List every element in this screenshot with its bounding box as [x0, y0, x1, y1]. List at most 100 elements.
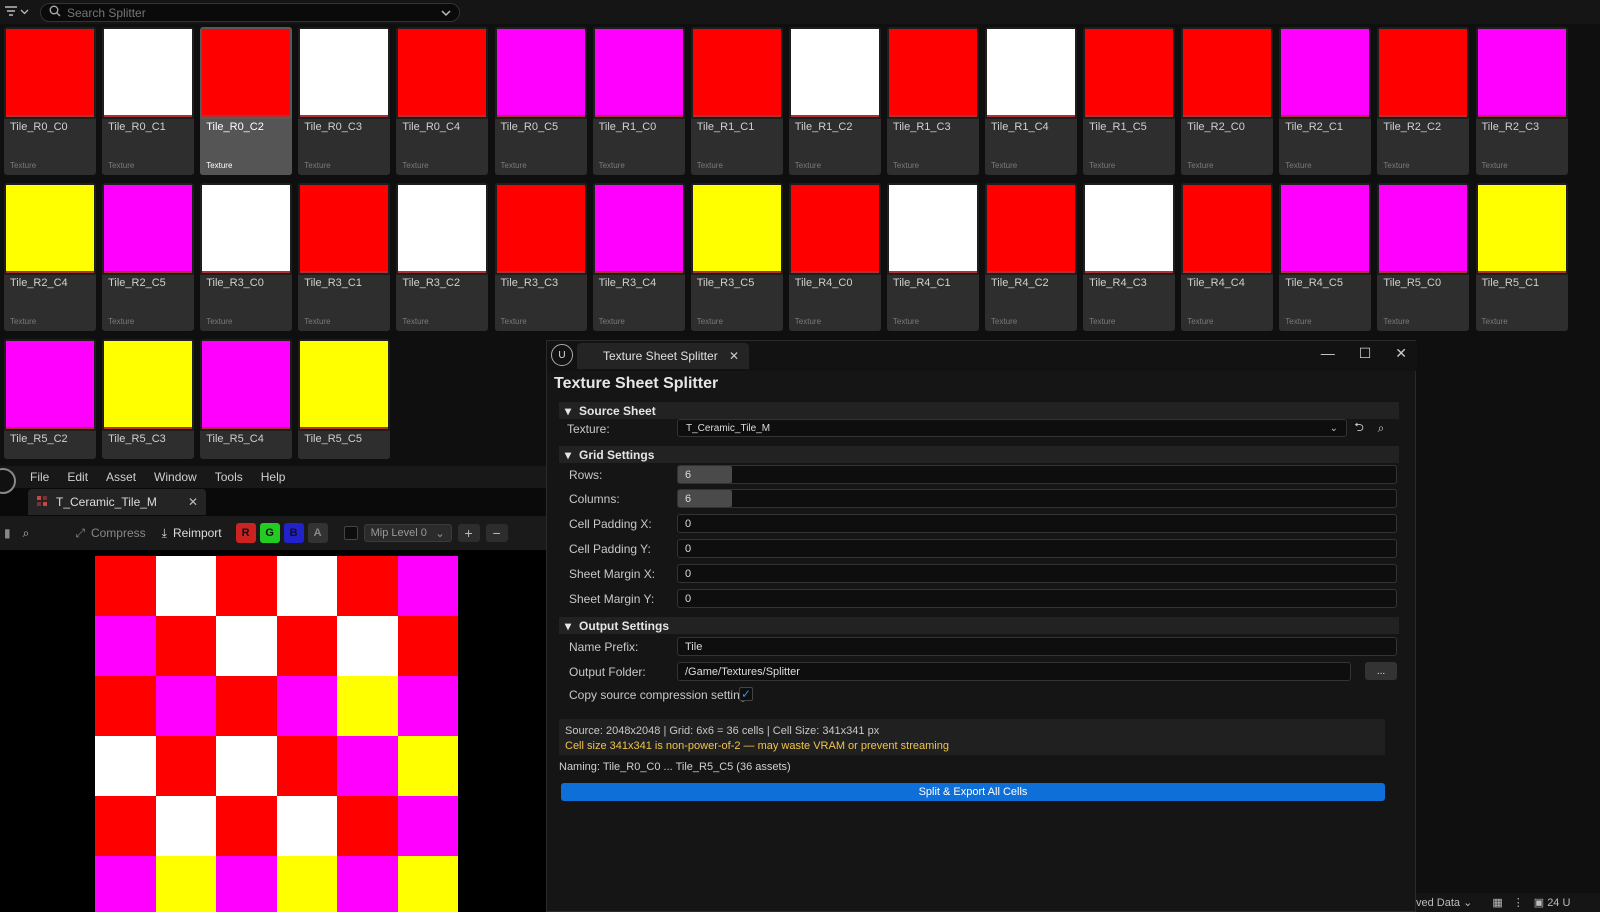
menu-edit[interactable]: Edit	[67, 470, 88, 484]
channel-a-toggle[interactable]: A	[307, 523, 328, 543]
browse-to-asset-icon[interactable]: ⌕	[1373, 420, 1389, 436]
channel-b-toggle[interactable]: B	[283, 523, 304, 543]
tile-name: Tile_R0_C5	[500, 121, 559, 133]
asset-tile[interactable]: Tile_R0_C5 Texture	[494, 27, 587, 175]
columns-field[interactable]: 6	[677, 489, 1397, 508]
menu-tools[interactable]: Tools	[215, 470, 243, 484]
asset-tile[interactable]: Tile_R2_C2 Texture	[1377, 27, 1470, 175]
asset-tile[interactable]: Tile_R2_C3 Texture	[1475, 27, 1568, 175]
menu-asset[interactable]: Asset	[106, 470, 136, 484]
output-settings-section[interactable]: ▾ Output Settings	[559, 617, 1399, 634]
browse-asset-icon[interactable]: ⌕	[15, 522, 38, 544]
search-input[interactable]	[67, 5, 441, 20]
search-box[interactable]	[40, 3, 460, 22]
tile-type: Texture	[1481, 161, 1508, 170]
asset-tile[interactable]: Tile_R4_C1 Texture	[886, 183, 979, 331]
sheet-margin-x-field[interactable]: 0	[677, 564, 1397, 583]
tile-thumbnail	[300, 29, 389, 117]
asset-tile[interactable]: Tile_R3_C2 Texture	[396, 183, 489, 331]
rows-field[interactable]: 6	[677, 465, 1397, 484]
menu-bar: File Edit Asset Window Tools Help	[0, 466, 546, 494]
mip-checkbox[interactable]	[343, 526, 358, 540]
asset-tile[interactable]: Tile_R2_C1 Texture	[1279, 27, 1372, 175]
asset-tab[interactable]: T_Ceramic_Tile_M ✕	[28, 489, 206, 515]
menu-file[interactable]: File	[30, 470, 49, 484]
asset-tile[interactable]: Tile_R1_C2 Texture	[788, 27, 881, 175]
sheet-margin-y-field[interactable]: 0	[677, 589, 1397, 608]
asset-tile[interactable]: Tile_R0_C1 Texture	[102, 27, 195, 175]
cell-padding-x-field[interactable]: 0	[677, 514, 1397, 533]
filter-button[interactable]	[4, 3, 34, 21]
tile-thumbnail	[1477, 29, 1566, 117]
channel-r-toggle[interactable]: R	[235, 523, 256, 543]
asset-tile[interactable]: Tile_R0_C3 Texture	[298, 27, 391, 175]
maximize-icon[interactable]: ☐	[1359, 345, 1372, 362]
asset-tile[interactable]: Tile_R5_C0 Texture	[1377, 183, 1470, 331]
asset-tile[interactable]: Tile_R4_C5 Texture	[1279, 183, 1372, 331]
grid-settings-section[interactable]: ▾ Grid Settings	[559, 446, 1399, 463]
reimport-button[interactable]: ⤓ Reimport	[154, 522, 230, 544]
asset-tile[interactable]: Tile_R1_C0 Texture	[592, 27, 685, 175]
copy-compression-checkbox[interactable]: ✓	[739, 687, 753, 701]
unreal-logo-icon	[0, 468, 16, 494]
asset-tile[interactable]: Tile_R4_C0 Texture	[788, 183, 881, 331]
asset-tile[interactable]: Tile_R5_C1 Texture	[1475, 183, 1568, 331]
texture-asset-icon	[36, 495, 48, 510]
asset-tile[interactable]: Tile_R5_C4	[200, 339, 293, 459]
window-close-icon[interactable]: ✕	[1395, 345, 1407, 362]
asset-tile[interactable]: Tile_R1_C3 Texture	[886, 27, 979, 175]
dialog-tab[interactable]: Texture Sheet Splitter ✕	[577, 343, 749, 369]
use-selected-icon[interactable]: ⮌	[1351, 420, 1367, 436]
output-folder-field[interactable]: /Game/Textures/Splitter	[677, 662, 1351, 681]
asset-tile[interactable]: Tile_R1_C5 Texture	[1083, 27, 1176, 175]
source-control-label: 24 U	[1547, 897, 1571, 909]
asset-tile[interactable]: Tile_R0_C4 Texture	[396, 27, 489, 175]
editor-toolbar: ▮ ⌕ ⤢ Compress ⤓ Reimport R G B A Mip Le…	[0, 516, 546, 550]
compress-button[interactable]: ⤢ Compress	[67, 522, 153, 544]
cell-padding-y-field[interactable]: 0	[677, 539, 1397, 558]
texture-picker[interactable]: T_Ceramic_Tile_M ⌄	[677, 419, 1347, 437]
source-control-count[interactable]: ▣ 24 U	[1534, 896, 1571, 909]
asset-tile[interactable]: Tile_R1_C1 Texture	[690, 27, 783, 175]
menu-help[interactable]: Help	[261, 470, 286, 484]
asset-tile[interactable]: Tile_R1_C4 Texture	[985, 27, 1077, 175]
asset-tile[interactable]: Tile_R5_C5	[298, 339, 391, 459]
name-prefix-field[interactable]: Tile	[677, 637, 1397, 656]
asset-tile[interactable]: Tile_R3_C0 Texture	[200, 183, 293, 331]
asset-tile[interactable]: Tile_R3_C1 Texture	[298, 183, 391, 331]
asset-tile[interactable]: Tile_R0_C0 Texture	[4, 27, 96, 175]
channel-g-toggle[interactable]: G	[259, 523, 280, 543]
menu-window[interactable]: Window	[154, 470, 197, 484]
asset-tile[interactable]: Tile_R4_C3 Texture	[1083, 183, 1176, 331]
minimize-icon[interactable]: —	[1321, 345, 1335, 362]
asset-tile[interactable]: Tile_R2_C0 Texture	[1181, 27, 1274, 175]
zoom-out-button[interactable]: −	[485, 524, 508, 542]
asset-tile[interactable]: Tile_R2_C5 Texture	[102, 183, 195, 331]
asset-tile[interactable]: Tile_R3_C5 Texture	[690, 183, 783, 331]
source-sheet-section[interactable]: ▾ Source Sheet	[559, 402, 1399, 419]
sheet-cell	[155, 616, 216, 676]
split-export-button[interactable]: Split & Export All Cells	[561, 783, 1385, 801]
mip-level-dropdown[interactable]: Mip Level 0 ⌄	[363, 524, 452, 542]
rows-label: Rows:	[569, 468, 603, 482]
more-icon[interactable]: ⋮	[1513, 896, 1524, 909]
asset-tile[interactable]: Tile_R0_C2 Texture	[200, 27, 293, 175]
close-icon[interactable]: ✕	[729, 349, 739, 363]
zoom-in-button[interactable]: +	[457, 524, 480, 542]
asset-tile[interactable]: Tile_R5_C3	[102, 339, 195, 459]
saved-data-dropdown[interactable]: ved Data ⌄	[1416, 896, 1472, 909]
grid-icon[interactable]: ▦	[1492, 896, 1502, 909]
tile-type: Texture	[108, 161, 135, 170]
close-icon[interactable]: ✕	[188, 495, 198, 509]
save-icon[interactable]: ▮	[0, 522, 15, 544]
asset-tile[interactable]: Tile_R4_C4 Texture	[1181, 183, 1274, 331]
asset-tile[interactable]: Tile_R3_C4 Texture	[592, 183, 685, 331]
asset-tile[interactable]: Tile_R5_C2	[4, 339, 96, 459]
search-dropdown-icon[interactable]	[441, 6, 451, 20]
tile-thumbnail	[1281, 29, 1370, 117]
asset-tile[interactable]: Tile_R2_C4 Texture	[4, 183, 96, 331]
sheet-cell	[276, 736, 337, 796]
asset-tile[interactable]: Tile_R3_C3 Texture	[494, 183, 587, 331]
browse-folder-button[interactable]: ...	[1365, 662, 1397, 680]
asset-tile[interactable]: Tile_R4_C2 Texture	[985, 183, 1077, 331]
